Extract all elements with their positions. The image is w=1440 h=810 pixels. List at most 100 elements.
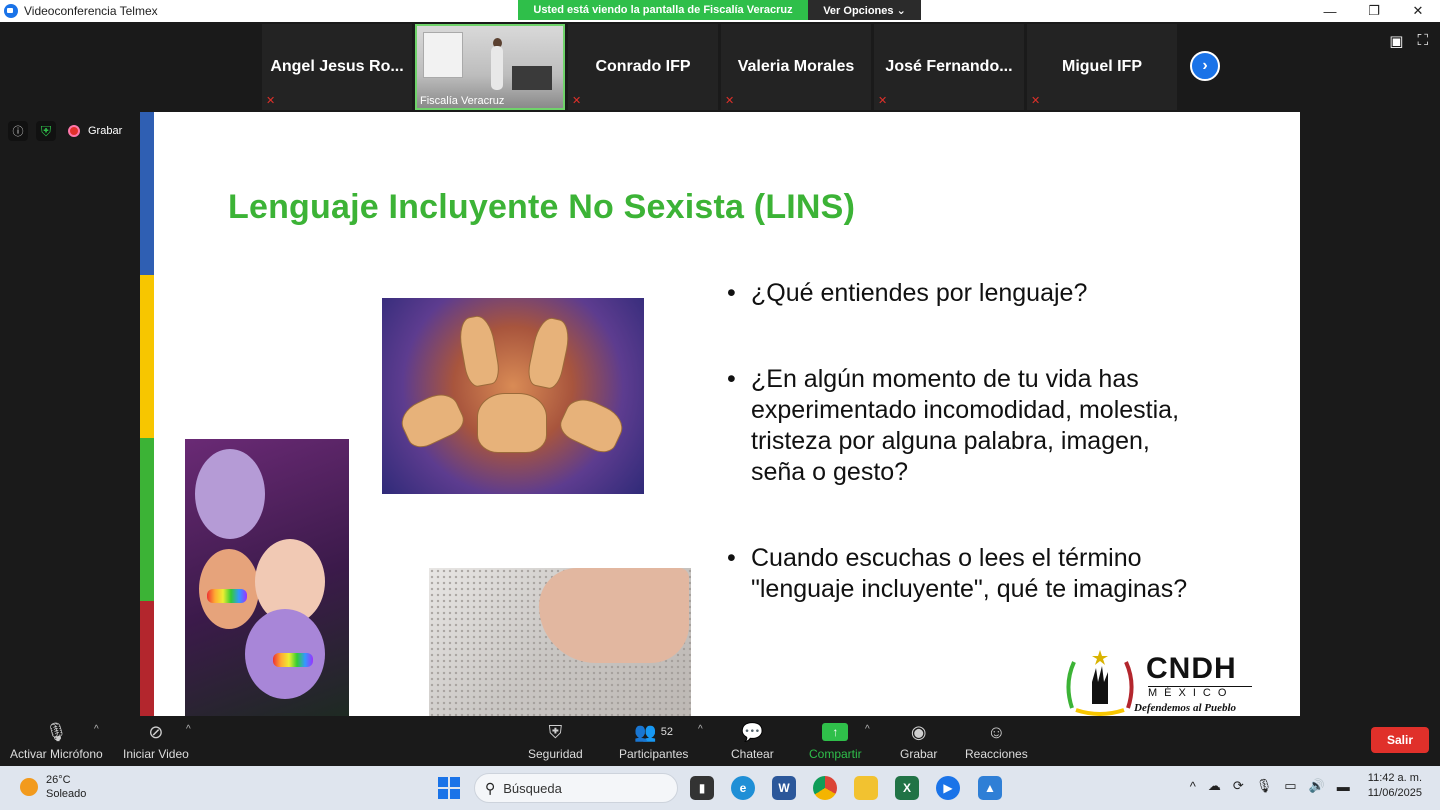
participant-name: Angel Jesus Ro... bbox=[270, 58, 404, 75]
diverse-people-illustration bbox=[185, 439, 349, 716]
record-button[interactable]: ◉ Grabar bbox=[900, 720, 937, 762]
cndh-logo: CNDH MÉXICO Defendemos al Pueblo bbox=[1062, 642, 1262, 716]
fullscreen-icon[interactable]: ⛶ bbox=[1417, 32, 1428, 50]
video-options-caret[interactable]: ^ bbox=[186, 724, 191, 735]
smiley-icon: ☺ bbox=[987, 721, 1006, 742]
shared-slide: Lenguaje Incluyente No Sexista (LINS) ¿Q… bbox=[140, 112, 1300, 716]
info-icon[interactable]: ⓘ bbox=[8, 121, 28, 141]
hand-figure bbox=[539, 568, 689, 663]
participant-name: José Fernando... bbox=[885, 58, 1013, 75]
participant-tile[interactable]: Miguel IFP ✕ bbox=[1027, 24, 1177, 110]
windows-taskbar: 26°C Soleado ⚲ Búsqueda ▮ e W X ▶ ▲ ^ ☁ … bbox=[0, 766, 1440, 810]
mic-options-caret[interactable]: ^ bbox=[94, 724, 99, 735]
network-icon[interactable]: ☁ bbox=[1208, 778, 1221, 794]
slide-title: Lenguaje Incluyente No Sexista (LINS) bbox=[228, 188, 856, 226]
slide-color-bar bbox=[140, 112, 154, 716]
window-controls: — ❐ ✕ bbox=[1308, 0, 1440, 22]
reactions-button[interactable]: ☺ Reacciones bbox=[965, 720, 1028, 762]
sync-icon[interactable]: ⟳ bbox=[1233, 778, 1244, 794]
photos-app-icon[interactable]: ▲ bbox=[978, 776, 1002, 800]
view-controls: ▣ ⛶ bbox=[1389, 32, 1428, 50]
people-icon: 👥 bbox=[634, 721, 657, 742]
record-icon: ◉ bbox=[910, 721, 927, 742]
shield-icon: ⛨ bbox=[548, 721, 563, 742]
meeting-toolbar: 🎙 Activar Micrófono ^ ⊘ Iniciar Video ^ … bbox=[0, 716, 1440, 766]
participant-tile-video[interactable]: Fiscalía Veracruz bbox=[415, 24, 565, 110]
microphone-icon[interactable]: 🎙 bbox=[1256, 778, 1273, 794]
speaker-figure bbox=[491, 46, 503, 90]
file-explorer-icon[interactable] bbox=[854, 776, 878, 800]
sign-language-hands-image bbox=[382, 298, 644, 494]
participant-name: Conrado IFP bbox=[595, 58, 691, 75]
share-banner-message: Usted está viendo la pantalla de Fiscalí… bbox=[518, 0, 808, 20]
chat-icon: 💬 bbox=[741, 721, 764, 742]
layout-icon[interactable]: ▣ bbox=[1389, 32, 1403, 50]
system-tray: ^ ☁ ⟳ 🎙 ▭ 🔊 ▬ 11:42 a. m. 11/06/2025 bbox=[1190, 771, 1422, 801]
participant-tile[interactable]: Valeria Morales ✕ bbox=[721, 24, 871, 110]
participant-name: Miguel IFP bbox=[1062, 58, 1142, 75]
battery-icon[interactable]: ▬ bbox=[1337, 779, 1350, 794]
start-video-button[interactable]: ⊘ Iniciar Video bbox=[123, 720, 189, 762]
record-label[interactable]: Grabar bbox=[88, 125, 122, 137]
videoconference-app-icon[interactable]: ▶ bbox=[936, 776, 960, 800]
record-icon bbox=[68, 125, 80, 137]
participant-name: Valeria Morales bbox=[737, 58, 855, 75]
mic-muted-icon: ✕ bbox=[725, 95, 735, 107]
cndh-motto: Defendemos al Pueblo bbox=[1134, 702, 1237, 714]
taskbar-search-box[interactable]: ⚲ Búsqueda bbox=[474, 773, 678, 803]
shield-icon[interactable]: ⛨ bbox=[36, 121, 56, 141]
chat-button[interactable]: 💬 Chatear bbox=[731, 720, 774, 762]
share-options-caret[interactable]: ^ bbox=[865, 724, 870, 735]
cndh-name: CNDH bbox=[1146, 652, 1237, 685]
windows-start-icon[interactable] bbox=[438, 777, 460, 799]
word-app-icon[interactable]: W bbox=[772, 776, 796, 800]
bullet-item: ¿En algún momento de tu vida has experim… bbox=[727, 364, 1197, 488]
edge-browser-icon[interactable]: e bbox=[731, 776, 755, 800]
close-icon[interactable]: ✕ bbox=[1396, 0, 1440, 22]
excel-app-icon[interactable]: X bbox=[895, 776, 919, 800]
video-off-icon: ⊘ bbox=[148, 721, 164, 742]
weather-temp: 26°C bbox=[46, 774, 71, 786]
chrome-browser-icon[interactable] bbox=[813, 776, 837, 800]
cndh-emblem-icon bbox=[1066, 650, 1134, 716]
mic-muted-icon: ✕ bbox=[1031, 95, 1041, 107]
window-titlebar: Videoconferencia Telmex Usted está viend… bbox=[0, 0, 1440, 22]
leave-button[interactable]: Salir bbox=[1371, 727, 1429, 753]
screen: Videoconferencia Telmex Usted está viend… bbox=[0, 0, 1440, 810]
unmute-button[interactable]: 🎙 Activar Micrófono bbox=[10, 720, 103, 762]
volume-icon[interactable]: 🔊 bbox=[1309, 778, 1325, 794]
security-button[interactable]: ⛨ Seguridad bbox=[528, 720, 583, 762]
view-options-button[interactable]: Ver Opciones ⌄ bbox=[808, 0, 921, 20]
share-screen-button[interactable]: ↑ Compartir bbox=[809, 720, 862, 761]
bullet-item: Cuando escuchas o lees el término "lengu… bbox=[727, 543, 1197, 605]
clock[interactable]: 11:42 a. m. 11/06/2025 bbox=[1368, 771, 1422, 801]
participant-tile[interactable]: Angel Jesus Ro... ✕ bbox=[262, 24, 412, 110]
participant-tile[interactable]: Conrado IFP ✕ bbox=[568, 24, 718, 110]
task-view-icon[interactable]: ▮ bbox=[690, 776, 714, 800]
participants-options-caret[interactable]: ^ bbox=[698, 724, 703, 735]
search-placeholder: Búsqueda bbox=[503, 780, 562, 796]
mic-muted-icon: ✕ bbox=[266, 95, 276, 107]
meeting-info-tools: ⓘ ⛨ Grabar bbox=[8, 121, 122, 141]
participant-strip: Angel Jesus Ro... ✕ Fiscalía Veracruz Co… bbox=[0, 22, 1440, 112]
clock-date: 11/06/2025 bbox=[1367, 787, 1422, 799]
mic-off-icon: 🎙 bbox=[44, 721, 68, 742]
chevron-up-icon[interactable]: ^ bbox=[1190, 779, 1196, 794]
mic-muted-icon: ✕ bbox=[572, 95, 582, 107]
participant-tile[interactable]: José Fernando... ✕ bbox=[874, 24, 1024, 110]
share-arrow-icon: ↑ bbox=[822, 723, 849, 741]
weather-widget[interactable]: 26°C Soleado bbox=[20, 773, 86, 801]
screen-share-banner: Usted está viendo la pantalla de Fiscalí… bbox=[518, 0, 921, 20]
weather-desc: Soleado bbox=[46, 788, 87, 800]
mic-muted-icon: ✕ bbox=[878, 95, 888, 107]
bullet-item: ¿Qué entiendes por lenguaje? bbox=[727, 278, 1197, 309]
participant-name: Fiscalía Veracruz bbox=[420, 95, 505, 107]
display-icon[interactable]: ▭ bbox=[1284, 778, 1296, 794]
sun-icon bbox=[20, 778, 38, 796]
participants-button[interactable]: 👥 52 Participantes bbox=[619, 720, 688, 762]
minimize-icon[interactable]: — bbox=[1308, 0, 1352, 22]
next-participants-button[interactable]: › bbox=[1190, 51, 1220, 81]
participants-count: 52 bbox=[660, 726, 674, 738]
restore-icon[interactable]: ❐ bbox=[1352, 0, 1396, 22]
braille-reading-image bbox=[429, 568, 691, 716]
